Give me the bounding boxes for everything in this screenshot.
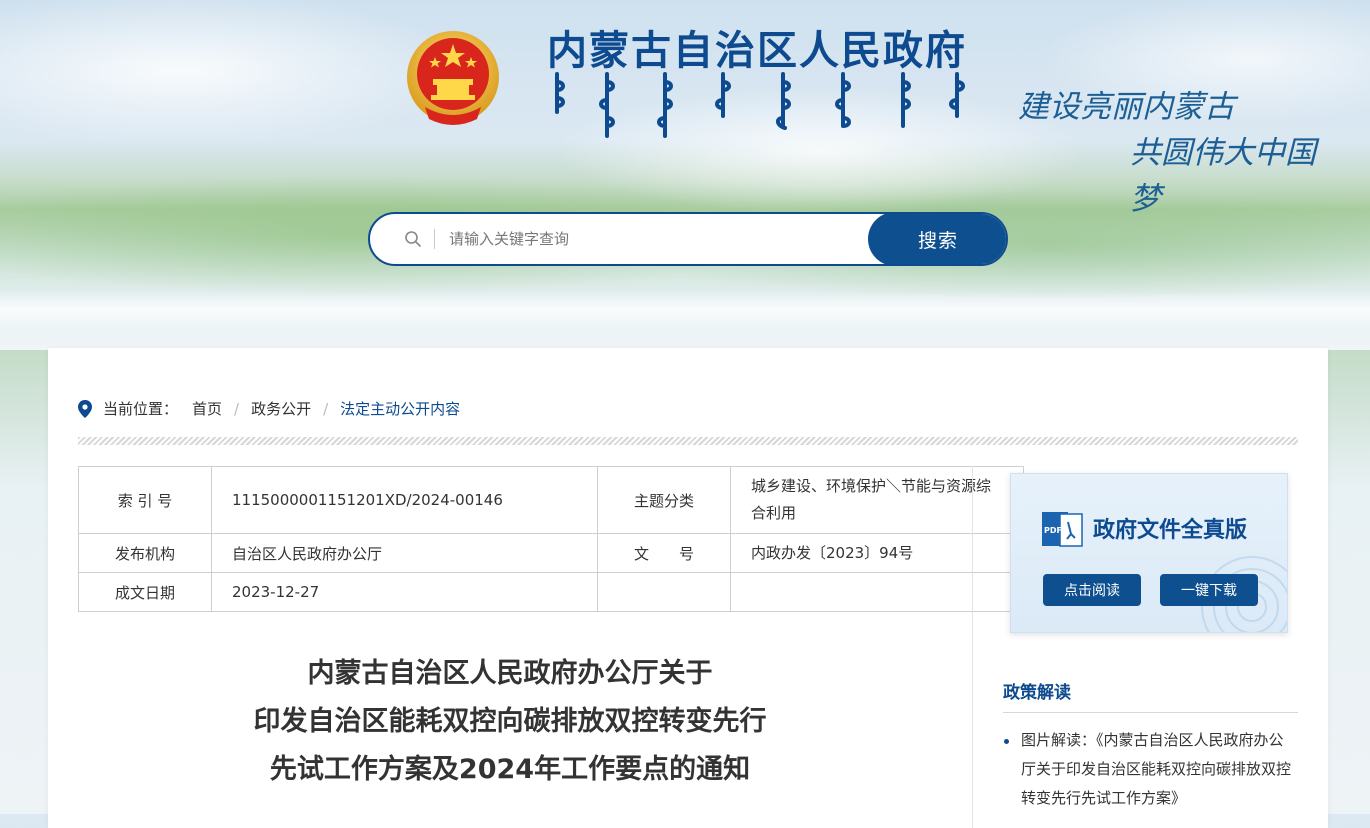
meta-issuer-label: 发布机构 bbox=[78, 533, 212, 573]
column-divider bbox=[972, 466, 973, 828]
download-button[interactable]: 一键下载 bbox=[1160, 574, 1258, 606]
search-input[interactable] bbox=[447, 229, 851, 249]
banner-river bbox=[0, 292, 1370, 332]
meta-empty-cell bbox=[730, 572, 1024, 612]
document-title-line-1: 内蒙古自治区人民政府办公厅关于 bbox=[307, 658, 713, 689]
hatched-divider bbox=[78, 437, 1298, 445]
pdf-badge-label: PDF bbox=[1044, 526, 1062, 535]
breadcrumb-separator: / bbox=[323, 399, 329, 418]
mongolian-title-icon bbox=[555, 72, 965, 138]
slogan-line-2: 共圆伟大中国梦 bbox=[1130, 135, 1316, 217]
meta-topic-label: 主题分类 bbox=[597, 466, 731, 534]
table-row: 成文日期 2023-12-27 bbox=[78, 572, 1024, 612]
search-button[interactable]: 搜索 bbox=[868, 214, 1006, 264]
full-version-card: PDF 政府文件全真版 点击阅读 一键下载 bbox=[1010, 473, 1288, 633]
meta-date-label: 成文日期 bbox=[78, 572, 212, 612]
policy-heading-divider bbox=[1003, 712, 1298, 713]
breadcrumb-label: 当前位置： bbox=[103, 400, 179, 418]
banner-slogan: 建设亮丽内蒙古 共圆伟大中国梦 bbox=[1018, 84, 1338, 222]
meta-issuer-value: 自治区人民政府办公厅 bbox=[211, 533, 598, 573]
meta-topic-value: 城乡建设、环境保护＼节能与资源综合利用 bbox=[730, 466, 1024, 534]
national-emblem-icon bbox=[407, 31, 499, 125]
breadcrumb-separator: / bbox=[234, 399, 240, 418]
document-title-line-3: 先试工作方案及2024年工作要点的通知 bbox=[269, 754, 751, 785]
table-row: 发布机构 自治区人民政府办公厅 文 号 内政办发〔2023〕94号 bbox=[78, 533, 1024, 573]
document-title-line-2: 印发自治区能耗双控向碳排放双控转变先行 bbox=[253, 706, 767, 737]
breadcrumb-item-current[interactable]: 法定主动公开内容 bbox=[340, 398, 460, 419]
policy-interpretation-list: 图片解读：《内蒙古自治区人民政府办公厅关于印发自治区能耗双控向碳排放双控转变先行… bbox=[1003, 726, 1298, 813]
document-meta-table: 索 引 号 1115000001151201XD/2024-00146 主题分类… bbox=[78, 466, 1024, 612]
read-online-button[interactable]: 点击阅读 bbox=[1043, 574, 1141, 606]
meta-docno-label: 文 号 bbox=[597, 533, 731, 573]
search-icon bbox=[405, 231, 421, 247]
header-banner: 内蒙古自治区人民政府 建设亮丽内蒙古 共圆伟大中国梦 搜索 bbox=[0, 0, 1370, 350]
document-title: 内蒙古自治区人民政府办公厅关于 印发自治区能耗双控向碳排放双控转变先行 先试工作… bbox=[78, 650, 942, 794]
search-divider bbox=[434, 229, 435, 249]
location-pin-icon bbox=[78, 399, 92, 418]
full-version-title: 政府文件全真版 bbox=[1093, 517, 1248, 543]
content-panel: 当前位置： 首页 / 政务公开 / 法定主动公开内容 索 引 号 1115000… bbox=[48, 348, 1328, 828]
meta-index-label: 索 引 号 bbox=[78, 466, 212, 534]
policy-interpretation-heading: 政策解读 bbox=[1003, 683, 1071, 703]
meta-empty-cell bbox=[597, 572, 731, 612]
meta-docno-value: 内政办发〔2023〕94号 bbox=[730, 533, 1024, 573]
breadcrumb-item-home[interactable]: 首页 bbox=[192, 398, 222, 419]
pdf-document-icon: PDF bbox=[1042, 512, 1083, 547]
table-row: 索 引 号 1115000001151201XD/2024-00146 主题分类… bbox=[78, 466, 1024, 534]
breadcrumb: 当前位置： 首页 / 政务公开 / 法定主动公开内容 bbox=[78, 398, 460, 419]
meta-date-value: 2023-12-27 bbox=[211, 572, 598, 612]
slogan-line-1: 建设亮丽内蒙古 bbox=[1018, 89, 1235, 125]
search-bar: 搜索 bbox=[368, 212, 1008, 266]
breadcrumb-item-gov-affairs[interactable]: 政务公开 bbox=[251, 398, 311, 419]
site-title: 内蒙古自治区人民政府 bbox=[547, 28, 967, 74]
meta-index-value: 1115000001151201XD/2024-00146 bbox=[211, 466, 598, 534]
list-item[interactable]: 图片解读：《内蒙古自治区人民政府办公厅关于印发自治区能耗双控向碳排放双控转变先行… bbox=[1003, 726, 1298, 813]
